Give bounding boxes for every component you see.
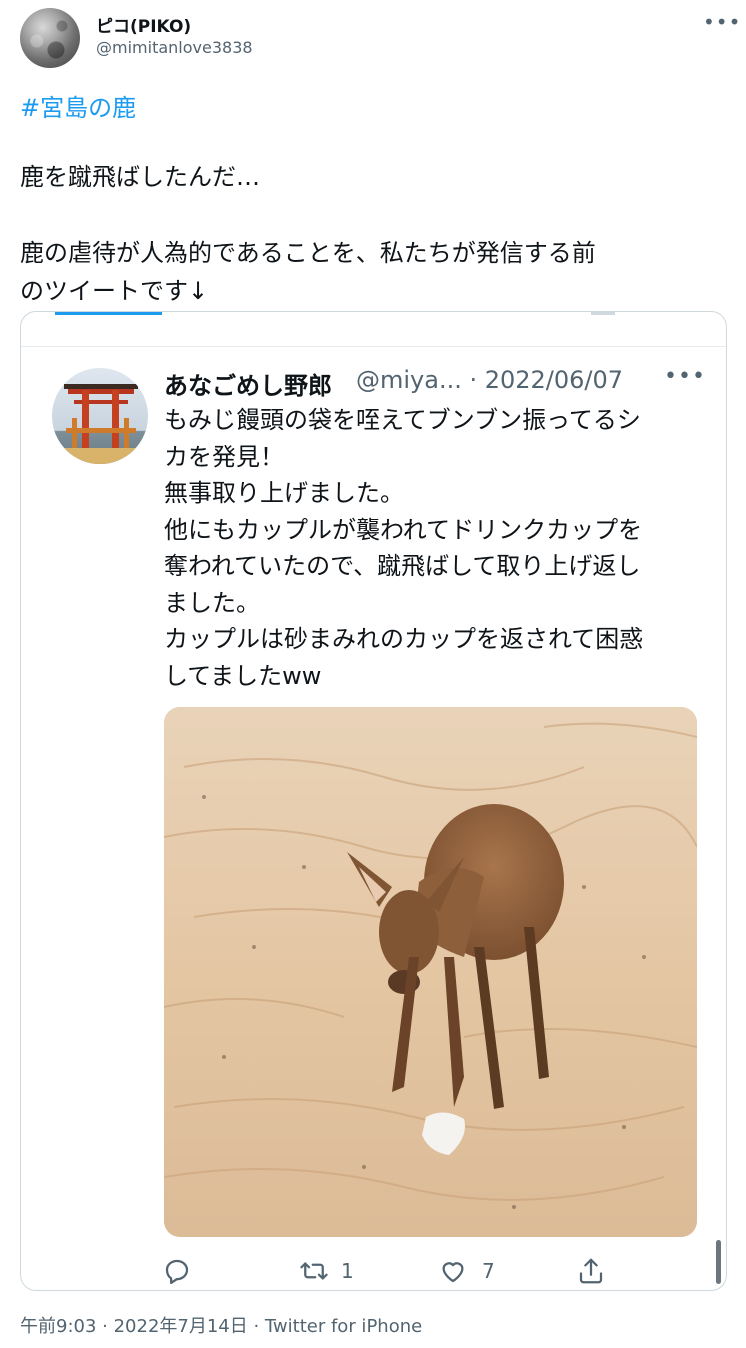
tweet-text: 鹿を蹴飛ばしたんだ… 鹿の虐待が人為的であることを、私たちが発信する前 のツイー… [20, 163, 596, 305]
retweet-count: 1 [341, 1259, 354, 1283]
heart-icon [442, 1262, 464, 1283]
deer-photo[interactable] [164, 707, 697, 1237]
more-options-icon[interactable]: ••• [703, 10, 741, 34]
quoted-tweet-card[interactable]: あなごめし野郎 @miya... · 2022/06/07 ••• もみじ饅頭の… [20, 311, 727, 1291]
share-button[interactable] [576, 1256, 606, 1286]
user-avatar[interactable] [20, 8, 80, 68]
quoted-handle-date[interactable]: @miya... · 2022/06/07 [356, 366, 623, 394]
torii-avatar-image [52, 368, 148, 464]
reply-button[interactable] [162, 1256, 192, 1286]
tab-indicator [55, 312, 162, 315]
tweet-timestamp-source[interactable]: 午前9:03 · 2022年7月14日 · Twitter for iPhone [20, 1312, 422, 1338]
quoted-more-icon[interactable]: ••• [664, 364, 706, 389]
user-display-name[interactable]: ピコ(PIKO) [96, 12, 191, 37]
like-count: 7 [482, 1259, 495, 1283]
tab-indicator-secondary [591, 312, 615, 315]
quoted-user-avatar[interactable] [52, 368, 148, 464]
quoted-display-name[interactable]: あなごめし野郎 [164, 366, 332, 401]
retweet-button[interactable]: 1 [299, 1256, 354, 1286]
hashtag-link[interactable]: #宮島の鹿 [20, 88, 136, 123]
like-button[interactable]: 7 [438, 1256, 495, 1286]
retweet-icon [300, 1262, 328, 1280]
share-icon [579, 1258, 603, 1284]
card-top-strip [21, 312, 726, 347]
reply-icon [165, 1259, 189, 1284]
scrollbar-thumb[interactable] [716, 1240, 721, 1284]
user-handle[interactable]: @mimitanlove3838 [96, 38, 253, 57]
quoted-tweet-text: もみじ饅頭の袋を咥えてブンブン振ってるシ カを発見！ 無事取り上げました。 他に… [164, 406, 644, 690]
deer-on-sand-image [164, 707, 697, 1237]
